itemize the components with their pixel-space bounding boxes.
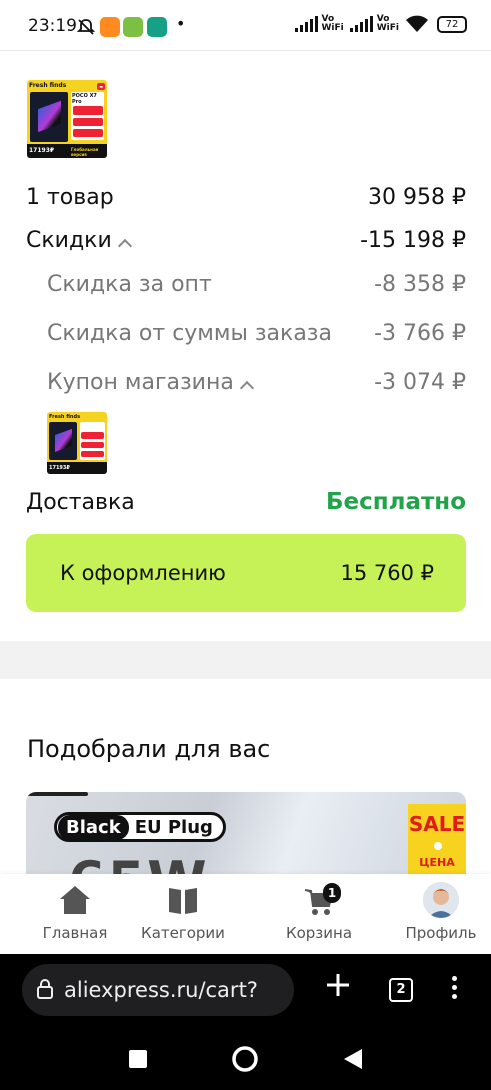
recommendations-title: Подобрали для вас	[27, 735, 271, 763]
sale-tag: SALE ЦЕНА	[408, 804, 466, 882]
thumbnail-badge: ▬	[97, 83, 105, 90]
discount-bulk-label: Скидка за опт	[47, 272, 212, 297]
nav-cart[interactable]: 1 Корзина	[264, 882, 374, 942]
items-total: 30 958 ₽	[368, 185, 466, 210]
back-triangle-icon[interactable]	[342, 1047, 364, 1071]
browser-toolbar: aliexpress.ru/cart? 2	[0, 954, 491, 1028]
book-icon	[169, 888, 197, 914]
signal-icon	[294, 16, 318, 32]
product-label-pill: Black EU Plug	[54, 812, 226, 842]
bottom-nav: Главная Категории 1 Корзина Профиль	[0, 874, 491, 954]
discount-bulk-value: -8 358 ₽	[374, 272, 466, 297]
discount-order-row: Скидка от суммы заказа -3 766 ₽	[47, 321, 466, 346]
recents-square-icon[interactable]	[128, 1049, 148, 1069]
checkout-total: 15 760 ₽	[340, 561, 434, 585]
delivery-row: Доставка Бесплатно	[26, 489, 466, 515]
discounts-total: -15 198 ₽	[360, 228, 466, 253]
url-bar[interactable]: aliexpress.ru/cart?	[22, 964, 294, 1016]
checkout-label: К оформлению	[60, 561, 226, 585]
status-bar: 23:19 • Vo WiFi Vo WiFi 72	[0, 0, 491, 56]
delivery-free-value: Бесплатно	[325, 489, 466, 515]
delivery-label: Доставка	[26, 489, 135, 515]
nav-categories[interactable]: Категории	[128, 882, 238, 942]
cart-count-badge: 1	[323, 883, 341, 903]
items-count-label: 1 товар	[26, 185, 114, 210]
coupon-value: -3 074 ₽	[374, 370, 466, 395]
more-vert-icon[interactable]	[448, 976, 460, 1006]
mute-bell-icon	[76, 19, 96, 35]
avatar	[423, 882, 459, 918]
status-indicators: Vo WiFi Vo WiFi 72	[294, 15, 467, 33]
signal-icon-2	[349, 16, 373, 32]
battery-icon: 72	[437, 15, 467, 33]
tab-switcher-button[interactable]: 2	[389, 978, 413, 1002]
home-circle-icon[interactable]	[231, 1045, 259, 1073]
discount-order-value: -3 766 ₽	[374, 321, 466, 346]
app-notification-icon	[100, 17, 120, 37]
app-notification-icon-2	[123, 17, 143, 37]
divider	[0, 50, 491, 51]
home-icon	[60, 886, 90, 914]
app-notification-icon-3	[147, 17, 167, 37]
discount-bulk-row: Скидка за опт -8 358 ₽	[47, 272, 466, 297]
chevron-up-icon	[117, 238, 132, 254]
items-count-row: 1 товар 30 958 ₽	[26, 185, 466, 210]
discount-order-label: Скидка от суммы заказа	[47, 321, 332, 346]
discounts-row[interactable]: Скидки -15 198 ₽	[26, 228, 466, 254]
system-nav-bar	[0, 1028, 491, 1090]
coupon-toggle[interactable]: Купон магазина	[47, 370, 254, 396]
section-separator	[0, 641, 491, 679]
checkout-button[interactable]: К оформлению 15 760 ₽	[26, 534, 466, 612]
recommendation-card[interactable]: Black EU Plug 65W SALE ЦЕНА	[26, 792, 466, 882]
nav-home[interactable]: Главная	[20, 882, 130, 942]
more-notifications-dot: •	[176, 14, 186, 33]
status-time: 23:19	[28, 16, 77, 36]
product-thumbnail[interactable]: Fresh finds ▬ POCO X7 Pro 17193₽ Глобаль…	[27, 80, 107, 158]
coupon-product-thumbnail[interactable]: Fresh finds 17193₽	[47, 412, 107, 474]
phone-image	[30, 92, 68, 142]
lock-icon	[37, 979, 53, 999]
phone-image	[49, 422, 77, 460]
wifi-icon	[406, 15, 428, 32]
discounts-toggle[interactable]: Скидки	[26, 228, 132, 254]
nav-profile[interactable]: Профиль	[386, 882, 491, 942]
url-text: aliexpress.ru/cart?	[64, 978, 258, 1002]
new-tab-plus-icon[interactable]	[323, 970, 353, 1000]
chevron-up-icon	[239, 380, 254, 396]
coupon-row[interactable]: Купон магазина -3 074 ₽	[47, 370, 466, 396]
